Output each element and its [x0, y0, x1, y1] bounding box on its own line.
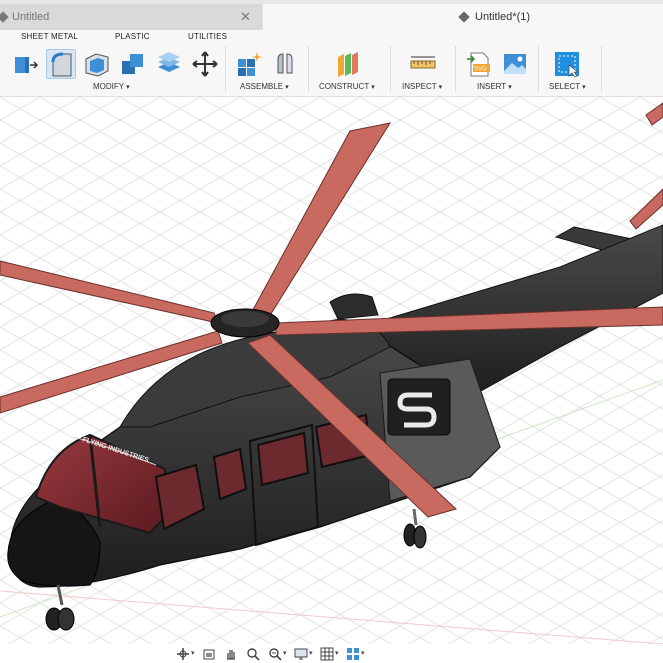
- insert-svg-icon[interactable]: SVG: [464, 49, 494, 79]
- brand-logo: [387, 378, 451, 436]
- fillet-icon[interactable]: [46, 49, 76, 79]
- grid-dropdown-caret[interactable]: ▾: [335, 649, 339, 657]
- pan-icon[interactable]: [224, 647, 238, 661]
- divider: [225, 46, 226, 92]
- combine-icon[interactable]: [118, 49, 148, 79]
- press-pull-icon[interactable]: [10, 49, 40, 79]
- measure-icon[interactable]: [408, 49, 438, 79]
- document-icon: [458, 11, 470, 23]
- window: [212, 447, 248, 501]
- divider: [390, 46, 391, 92]
- tab-untitled-1[interactable]: Untitled*(1): [263, 4, 663, 30]
- divider: [538, 46, 539, 92]
- group-label-select[interactable]: SELECT ▾: [549, 82, 586, 91]
- new-component-icon[interactable]: [234, 49, 264, 79]
- svg-text:SVG: SVG: [474, 67, 487, 73]
- display-settings-icon[interactable]: [294, 647, 308, 661]
- group-label-assemble[interactable]: ASSEMBLE ▾: [240, 82, 289, 91]
- divider: [455, 46, 456, 92]
- orbit-icon[interactable]: [176, 647, 190, 661]
- grid-settings-icon[interactable]: [320, 647, 334, 661]
- shell-icon[interactable]: [82, 49, 112, 79]
- joint-icon[interactable]: [270, 49, 300, 79]
- move-copy-icon[interactable]: [190, 49, 220, 79]
- design-canvas[interactable]: FLYING INDUSTRIES: [0, 97, 663, 644]
- document-icon: [0, 11, 9, 23]
- select-icon[interactable]: [552, 49, 582, 79]
- divider: [601, 46, 602, 92]
- tab-label: Untitled: [12, 11, 50, 23]
- exhaust: [329, 293, 379, 320]
- look-at-icon[interactable]: [202, 647, 216, 661]
- zoom-dropdown-caret[interactable]: ▾: [283, 649, 287, 657]
- offset-plane-icon[interactable]: [333, 49, 363, 79]
- viewports-icon[interactable]: [346, 647, 360, 661]
- group-label-inspect[interactable]: INSPECT ▾: [402, 82, 442, 91]
- rotor-hub-cap: [221, 311, 269, 327]
- close-icon[interactable]: ✕: [240, 4, 251, 30]
- group-label-modify[interactable]: MODIFY ▾: [93, 82, 130, 91]
- tab-label: Untitled*(1): [475, 11, 531, 23]
- divider: [308, 46, 309, 92]
- fit-icon[interactable]: [268, 647, 282, 661]
- group-label-construct[interactable]: CONSTRUCT ▾: [319, 82, 375, 91]
- workspace-tab-utilities[interactable]: UTILITIES: [188, 32, 227, 41]
- offset-face-icon[interactable]: [154, 49, 184, 79]
- viewport-scene[interactable]: FLYING INDUSTRIES: [0, 97, 663, 644]
- tab-untitled[interactable]: Untitled ✕: [0, 4, 262, 30]
- zoom-icon[interactable]: [246, 647, 260, 661]
- group-label-insert[interactable]: INSERT ▾: [477, 82, 512, 91]
- nav-tools: ▾ ▾ ▾ ▾ ▾: [172, 644, 372, 663]
- workspace-tab-plastic[interactable]: PLASTIC: [115, 32, 150, 41]
- display-dropdown-caret[interactable]: ▾: [309, 649, 313, 657]
- navigation-bar: ▾ ▾ ▾ ▾ ▾: [0, 644, 663, 663]
- document-tab-strip: Untitled ✕ Untitled*(1): [0, 0, 663, 30]
- workspace-tab-sheet-metal[interactable]: SHEET METAL: [21, 32, 78, 41]
- ribbon-toolbar: SHEET METAL PLASTIC UTILITIES MODIFY ▾ AS…: [0, 30, 663, 97]
- viewports-dropdown-caret[interactable]: ▾: [361, 649, 365, 657]
- orbit-dropdown-caret[interactable]: ▾: [191, 649, 195, 657]
- canvas-image-icon[interactable]: [500, 49, 530, 79]
